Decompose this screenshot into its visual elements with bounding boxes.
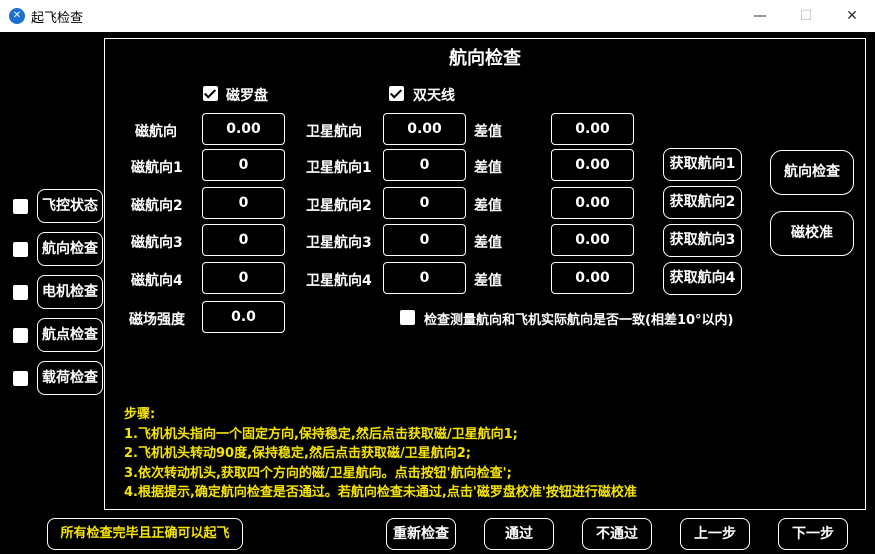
consistency-checkbox-label: 检查测量航向和飞机实际航向是否一致(相差10°以内): [424, 313, 734, 328]
mag-heading-2-field[interactable]: 0: [202, 187, 285, 219]
mag-heading-3-field[interactable]: 0: [202, 224, 285, 256]
checkbox-waypoint-check[interactable]: [13, 328, 28, 343]
dual-antenna-checkbox[interactable]: [389, 86, 404, 101]
step-2: 2.飞机机头转动90度,保持稳定,然后点击获取磁/卫星航向2;: [124, 446, 471, 461]
step-4: 4.根据提示,确定航向检查是否通过。若航向检查未通过,点击'磁罗盘校准'按钮进行…: [124, 485, 637, 500]
sat-heading-field[interactable]: 0.00: [383, 113, 466, 145]
get-heading-3-button[interactable]: 获取航向3: [663, 224, 742, 257]
checkbox-payload-check[interactable]: [13, 371, 28, 386]
mag-heading-1-label: 磁航向1: [131, 160, 183, 176]
sidebar-item-flight-control[interactable]: 飞控状态: [37, 189, 103, 223]
mag-heading-4-field[interactable]: 0: [202, 262, 285, 294]
diff-3-label: 差值: [474, 235, 502, 251]
app-logo-icon: ✕: [9, 8, 25, 24]
field-strength-field[interactable]: 0.0: [202, 301, 285, 333]
sat-heading-2-label: 卫星航向2: [306, 198, 372, 214]
mag-heading-field[interactable]: 0.00: [202, 113, 285, 145]
compass-checkbox-label: 磁罗盘: [226, 88, 268, 104]
diff-4-label: 差值: [474, 273, 502, 289]
window-title: 起飞检查: [31, 11, 84, 26]
checkbox-motor-check[interactable]: [13, 285, 28, 300]
diff-label: 差值: [474, 124, 502, 140]
diff-1-label: 差值: [474, 160, 502, 176]
sidebar-item-waypoint-check[interactable]: 航点检查: [37, 318, 103, 352]
get-heading-4-button[interactable]: 获取航向4: [663, 262, 742, 295]
diff-4-field[interactable]: 0.00: [551, 262, 634, 294]
magnetic-calibration-button[interactable]: 磁校准: [770, 211, 854, 256]
diff-2-label: 差值: [474, 198, 502, 214]
sidebar-item-motor-check[interactable]: 电机检查: [37, 275, 103, 309]
consistency-checkbox[interactable]: [400, 310, 415, 325]
compass-checkbox[interactable]: [203, 86, 218, 101]
sat-heading-3-label: 卫星航向3: [306, 235, 372, 251]
sat-heading-3-field[interactable]: 0: [383, 224, 466, 256]
mag-heading-4-label: 磁航向4: [131, 273, 183, 289]
diff-2-field[interactable]: 0.00: [551, 187, 634, 219]
mag-heading-1-field[interactable]: 0: [202, 149, 285, 181]
checkbox-heading-check[interactable]: [13, 242, 28, 257]
sat-heading-4-label: 卫星航向4: [306, 273, 372, 289]
mag-heading-3-label: 磁航向3: [131, 235, 183, 251]
sat-heading-1-label: 卫星航向1: [306, 160, 372, 176]
next-step-button[interactable]: 下一步: [778, 518, 848, 550]
checkbox-flight-control[interactable]: [13, 199, 28, 214]
get-heading-1-button[interactable]: 获取航向1: [663, 148, 742, 181]
dual-antenna-checkbox-label: 双天线: [413, 88, 455, 104]
mag-heading-label: 磁航向: [135, 124, 177, 140]
instructions: 步骤: 1.飞机机头指向一个固定方向,保持稳定,然后点击获取磁/卫星航向1; 2…: [124, 405, 637, 503]
minimize-button[interactable]: —: [737, 0, 783, 32]
sat-heading-4-field[interactable]: 0: [383, 262, 466, 294]
diff-field[interactable]: 0.00: [551, 113, 634, 145]
steps-heading: 步骤:: [124, 407, 156, 422]
step-1: 1.飞机机头指向一个固定方向,保持稳定,然后点击获取磁/卫星航向1;: [124, 426, 518, 442]
fail-button[interactable]: 不通过: [582, 518, 652, 550]
sat-heading-2-field[interactable]: 0: [383, 187, 466, 219]
maximize-button[interactable]: ☐: [783, 0, 829, 32]
recheck-button[interactable]: 重新检查: [386, 518, 456, 550]
previous-step-button[interactable]: 上一步: [680, 518, 750, 550]
mag-heading-2-label: 磁航向2: [131, 198, 183, 214]
diff-1-field[interactable]: 0.00: [551, 149, 634, 181]
step-3: 3.依次转动机头,获取四个方向的磁/卫星航向。点击按钮'航向检查';: [124, 465, 512, 481]
pass-button[interactable]: 通过: [484, 518, 554, 550]
get-heading-2-button[interactable]: 获取航向2: [663, 186, 742, 219]
diff-3-field[interactable]: 0.00: [551, 224, 634, 256]
heading-check-button[interactable]: 航向检查: [770, 150, 854, 195]
panel-title: 航向检查: [449, 48, 521, 69]
close-button[interactable]: ✕: [829, 0, 875, 32]
sidebar-item-payload-check[interactable]: 载荷检查: [37, 361, 103, 395]
field-strength-label: 磁场强度: [129, 312, 185, 328]
check-status-indicator: 所有检查完毕且正确可以起飞: [47, 518, 243, 550]
title-bar: ✕ 起飞检查 — ☐ ✕: [0, 0, 875, 32]
sat-heading-label: 卫星航向: [306, 124, 362, 140]
sidebar-item-heading-check[interactable]: 航向检查: [37, 232, 103, 266]
sat-heading-1-field[interactable]: 0: [383, 149, 466, 181]
